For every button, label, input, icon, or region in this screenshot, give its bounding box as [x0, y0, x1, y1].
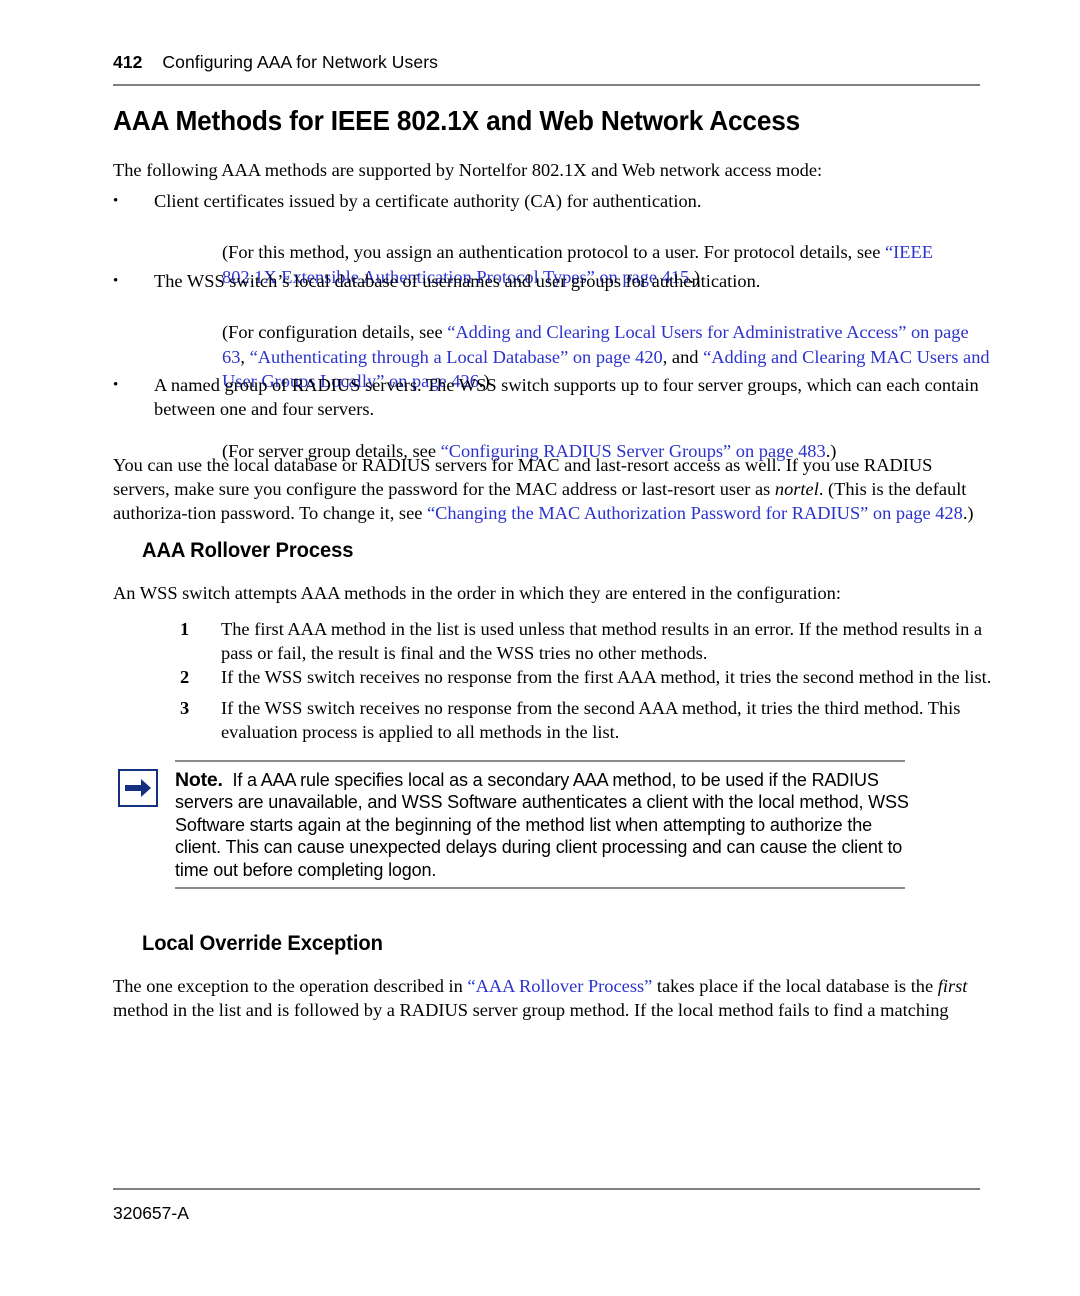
list-item: • A named group of RADIUS servers. The W… — [113, 373, 993, 421]
intro-text: The following AAA methods are supported … — [113, 160, 823, 180]
numbered-list-item: 3 If the WSS switch receives no response… — [113, 696, 993, 744]
override-text-part2: takes place if the local database is the — [652, 976, 938, 996]
override-paragraph: The one exception to the operation descr… — [113, 974, 993, 1022]
step-text: If the WSS switch receives no response f… — [221, 698, 961, 743]
document-page: 412 Configuring AAA for Network Users AA… — [0, 0, 1080, 1296]
step-number: 1 — [180, 619, 190, 639]
bullet-icon: • — [113, 273, 119, 289]
numbered-list-item: 1 The first AAA method in the list is us… — [113, 617, 993, 665]
list-item-text: The WSS switch’s local database of usern… — [154, 271, 761, 291]
footer-divider — [113, 1188, 980, 1190]
page-title: AAA Methods for IEEE 802.1X and Web Netw… — [113, 105, 801, 136]
step-number: 2 — [180, 667, 190, 687]
bullet-icon: • — [113, 193, 119, 209]
step-text: The first AAA method in the list is used… — [221, 619, 983, 664]
radius-italic-term: nortel — [774, 479, 819, 500]
rollover-intro-text: An WSS switch attempts AAA methods in th… — [113, 583, 841, 603]
note-label: Note. — [175, 769, 223, 791]
note-text: If a AAA rule specifies local as a secon… — [175, 770, 909, 880]
radius-text-part3: .) — [962, 503, 974, 524]
note-pre-text: (For configuration details, see — [222, 322, 448, 343]
section-heading-override: Local Override Exception — [142, 932, 383, 955]
list-item: • Client certificates issued by a certif… — [113, 189, 993, 213]
cross-reference-link[interactable]: “AAA Rollover Process” — [467, 976, 652, 996]
note-separator: , and — [662, 346, 704, 367]
right-arrow-icon — [118, 769, 158, 807]
cross-reference-link[interactable]: “Authenticating through a Local Database… — [250, 347, 663, 367]
note-body: Note. If a AAA rule specifies local as a… — [175, 769, 911, 881]
list-item-text: Client certificates issued by a certific… — [154, 191, 702, 211]
rollover-intro-paragraph: An WSS switch attempts AAA methods in th… — [113, 581, 993, 605]
override-text-part3: method in the list and is followed by a … — [113, 1000, 949, 1021]
step-number: 3 — [180, 698, 190, 718]
step-text: If the WSS switch receives no response f… — [221, 667, 992, 687]
header-chapter-title: Configuring AAA for Network Users — [162, 52, 439, 72]
radius-paragraph: You can use the local database or RADIUS… — [113, 453, 993, 526]
list-item: • The WSS switch’s local database of use… — [113, 269, 993, 293]
header-page-number: 412 — [113, 52, 143, 72]
list-item-text: A named group of RADIUS servers. The WSS… — [154, 375, 979, 420]
cross-reference-link[interactable]: “Changing the MAC Authorization Password… — [427, 503, 963, 523]
bullet-icon: • — [113, 377, 119, 393]
section-heading-rollover: AAA Rollover Process — [142, 539, 354, 562]
footer-doc-id: 320657-A — [113, 1203, 189, 1223]
note-pre-text: (For this method, you assign an authenti… — [222, 242, 885, 263]
note-bottom-divider — [175, 887, 905, 889]
header-divider — [113, 84, 980, 86]
override-text-part1: The one exception to the operation descr… — [113, 976, 468, 996]
running-header: 412 Configuring AAA for Network Users — [113, 52, 980, 73]
override-italic-term: first — [937, 976, 968, 996]
parenthetical-note: (For this method, you assign an authenti… — [222, 222, 992, 307]
note-top-divider — [175, 760, 905, 762]
note-separator: , — [240, 346, 250, 367]
intro-paragraph: The following AAA methods are supported … — [113, 158, 993, 182]
numbered-list-item: 2 If the WSS switch receives no response… — [113, 665, 993, 689]
